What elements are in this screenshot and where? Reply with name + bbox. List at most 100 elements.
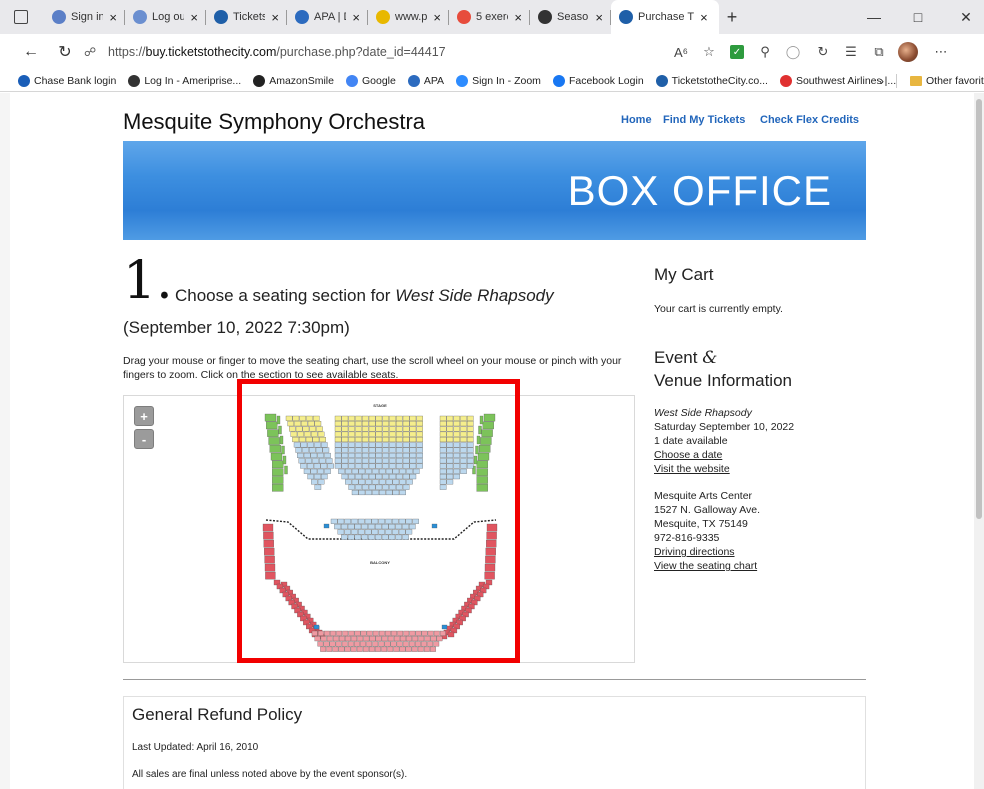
orchestra-seat[interactable] [416, 437, 423, 443]
bookmark-item[interactable]: Chase Bank login [12, 74, 122, 87]
orchestra-seat[interactable] [355, 437, 362, 443]
orchestra-seat[interactable] [334, 463, 342, 469]
box-seat-right[interactable] [479, 445, 491, 453]
orchestra-seat[interactable] [446, 437, 454, 443]
orchestra-seat[interactable] [295, 426, 303, 432]
orchestra-seat[interactable] [341, 426, 349, 432]
box-seat-right[interactable] [476, 476, 488, 484]
orchestra-seat[interactable] [389, 431, 396, 437]
orchestra-seat[interactable] [362, 415, 369, 421]
balcony-rear-seat[interactable] [344, 646, 351, 652]
orchestra-seat[interactable] [416, 426, 423, 432]
orchestra-seat[interactable] [341, 415, 349, 421]
orchestra-seat[interactable] [368, 431, 376, 437]
balcony-rear-seat[interactable] [387, 636, 394, 642]
orchestra-seat[interactable] [317, 468, 324, 474]
balcony-box-right[interactable] [484, 571, 495, 580]
mezzanine-seat[interactable] [392, 518, 399, 524]
seating-chart-viewer[interactable]: + - STAGE BALCONY [123, 395, 635, 663]
tab-actions-icon[interactable] [14, 10, 28, 24]
orchestra-seat[interactable] [439, 426, 447, 432]
orchestra-seat[interactable] [382, 437, 389, 443]
orchestra-seat[interactable] [409, 463, 417, 469]
box-seat-left[interactable] [272, 484, 284, 492]
orchestra-seat[interactable] [355, 452, 362, 458]
mezzanine-seat[interactable] [409, 524, 416, 530]
orchestra-seat[interactable] [453, 474, 460, 480]
mezzanine-seat[interactable] [330, 518, 338, 524]
orchestra-seat[interactable] [334, 431, 342, 437]
bookmark-item[interactable]: Facebook Login [547, 74, 650, 87]
orchestra-seat[interactable] [314, 442, 321, 448]
balcony-rear-seat[interactable] [418, 636, 425, 642]
orchestra-seat[interactable] [382, 474, 389, 480]
orchestra-seat[interactable] [439, 468, 447, 474]
more-menu-icon[interactable]: ⋯ [932, 43, 950, 61]
balcony-rear-seat[interactable] [356, 646, 363, 652]
balcony-rear-seat[interactable] [381, 646, 388, 652]
orchestra-seat[interactable] [382, 442, 389, 448]
balcony-rear-seat[interactable] [360, 641, 366, 647]
mezzanine-seat[interactable] [344, 529, 351, 535]
balcony-seat-right[interactable] [447, 631, 455, 638]
mezzanine-seat[interactable] [398, 529, 406, 535]
orchestra-seat[interactable] [453, 442, 460, 448]
orchestra-seat[interactable] [385, 468, 393, 474]
browser-tab[interactable]: Purchase T × [611, 0, 719, 34]
balcony-rear-seat[interactable] [362, 646, 369, 652]
driving-directions-link[interactable]: Driving directions [654, 546, 735, 558]
orchestra-seat[interactable] [341, 474, 349, 480]
mezzanine-seat[interactable] [358, 518, 365, 524]
orchestra-seat[interactable] [310, 452, 318, 458]
orchestra-seat[interactable] [467, 452, 474, 458]
orchestra-seat[interactable] [321, 442, 328, 448]
orchestra-seat[interactable] [439, 421, 447, 427]
orchestra-seat[interactable] [355, 458, 362, 464]
orchestra-seat[interactable] [293, 442, 301, 448]
box-edge-left[interactable] [278, 425, 282, 435]
balcony-box-left[interactable] [264, 563, 276, 572]
orchestra-seat[interactable] [317, 452, 324, 458]
tab-close-icon[interactable]: × [352, 10, 360, 25]
balcony-rear-seat[interactable] [393, 636, 400, 642]
balcony-rear-seat[interactable] [341, 641, 348, 647]
orchestra-seat[interactable] [389, 437, 396, 443]
orchestra-seat[interactable] [389, 484, 396, 490]
balcony-rear-seat[interactable] [317, 630, 324, 636]
orchestra-seat[interactable] [348, 458, 355, 464]
orchestra-seat[interactable] [292, 437, 299, 443]
back-arrow-icon[interactable]: ← [22, 43, 40, 61]
balcony-rear-seat[interactable] [326, 646, 333, 652]
orchestra-seat[interactable] [309, 447, 316, 453]
orchestra-seat[interactable] [382, 484, 389, 490]
choose-date-link[interactable]: Choose a date [654, 449, 722, 461]
minimize-button[interactable]: — [852, 0, 896, 34]
box-edge-left[interactable] [281, 445, 285, 455]
orchestra-seat[interactable] [307, 442, 314, 448]
balcony-rear-seat[interactable] [396, 641, 403, 647]
balcony-rear-seat[interactable] [405, 646, 412, 652]
orchestra-seat[interactable] [446, 431, 454, 437]
orchestra-seat[interactable] [439, 463, 447, 469]
orchestra-seat[interactable] [301, 421, 308, 427]
orchestra-seat[interactable] [375, 458, 383, 464]
orchestra-seat[interactable] [416, 452, 423, 458]
orchestra-seat[interactable] [416, 421, 423, 427]
orchestra-seat[interactable] [355, 415, 362, 421]
orchestra-seat[interactable] [379, 468, 386, 474]
balcony-rear-seat[interactable] [400, 636, 406, 642]
orchestra-seat[interactable] [312, 458, 319, 464]
orchestra-seat[interactable] [467, 442, 474, 448]
orchestra-seat[interactable] [368, 484, 376, 490]
orchestra-seat[interactable] [362, 431, 369, 437]
refresh-icon[interactable]: ↻ [56, 43, 74, 61]
box-seat-right[interactable] [480, 437, 492, 445]
orchestra-seat[interactable] [305, 437, 313, 443]
balcony-rear-seat[interactable] [411, 646, 418, 652]
mezzanine-seat[interactable] [358, 529, 365, 535]
orchestra-seat[interactable] [334, 442, 342, 448]
orchestra-seat[interactable] [314, 484, 322, 490]
orchestra-seat[interactable] [446, 458, 454, 464]
balcony-rear-seat[interactable] [375, 636, 382, 642]
balcony-rear-seat[interactable] [397, 630, 404, 636]
